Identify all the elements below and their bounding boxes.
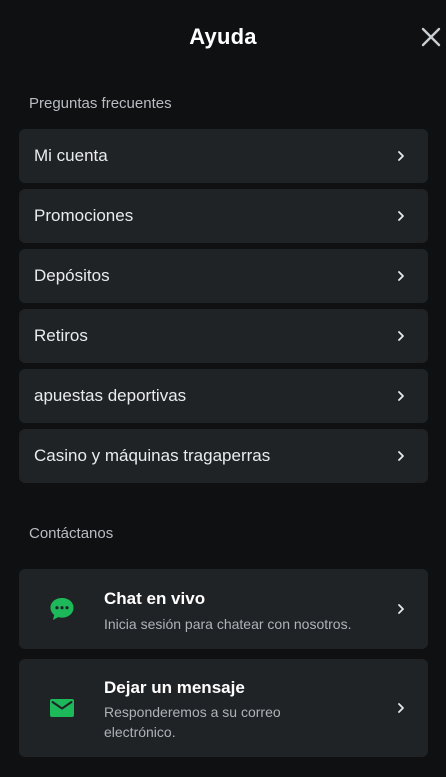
contact-description: Responderemos a su correo electrónico. [104, 704, 281, 740]
mail-icon [50, 699, 74, 717]
faq-item-label: Promociones [34, 206, 134, 225]
chevron-right-icon [398, 271, 404, 281]
faq-item-label: Depósitos [34, 266, 110, 285]
close-button[interactable] [419, 25, 443, 49]
faq-heading: Preguntas frecuentes [29, 95, 172, 112]
live-chat-card[interactable]: Chat en vivo Inicia sesión para chatear … [19, 569, 428, 649]
chevron-right-icon [398, 604, 404, 614]
close-icon [421, 27, 441, 47]
contact-heading: Contáctanos [29, 525, 114, 542]
faq-item-mi-cuenta[interactable]: Mi cuenta [19, 129, 428, 183]
faq-item-label: apuestas deportivas [34, 386, 187, 405]
contact-description: Inicia sesión para chatear con nosotros. [104, 616, 352, 632]
faq-item-promociones[interactable]: Promociones [19, 189, 428, 243]
faq-item-apuestas-deportivas[interactable]: apuestas deportivas [19, 369, 428, 423]
faq-item-label: Mi cuenta [34, 146, 108, 165]
page-title: Ayuda [189, 24, 257, 49]
contact-title: Chat en vivo [104, 589, 206, 608]
chevron-right-icon [398, 211, 404, 221]
faq-item-casino[interactable]: Casino y máquinas tragaperras [19, 429, 428, 483]
faq-item-retiros[interactable]: Retiros [19, 309, 428, 363]
faq-item-label: Casino y máquinas tragaperras [34, 446, 271, 465]
faq-item-label: Retiros [34, 326, 88, 345]
contact-title: Dejar un mensaje [104, 678, 245, 697]
faq-item-depositos[interactable]: Depósitos [19, 249, 428, 303]
leave-message-card[interactable]: Dejar un mensaje Responderemos a su corr… [19, 659, 428, 757]
chevron-right-icon [398, 703, 404, 713]
chevron-right-icon [398, 391, 404, 401]
chat-icon [50, 598, 74, 620]
chevron-right-icon [398, 331, 404, 341]
chevron-right-icon [398, 451, 404, 461]
help-header: Ayuda [0, 0, 446, 74]
chevron-right-icon [398, 151, 404, 161]
